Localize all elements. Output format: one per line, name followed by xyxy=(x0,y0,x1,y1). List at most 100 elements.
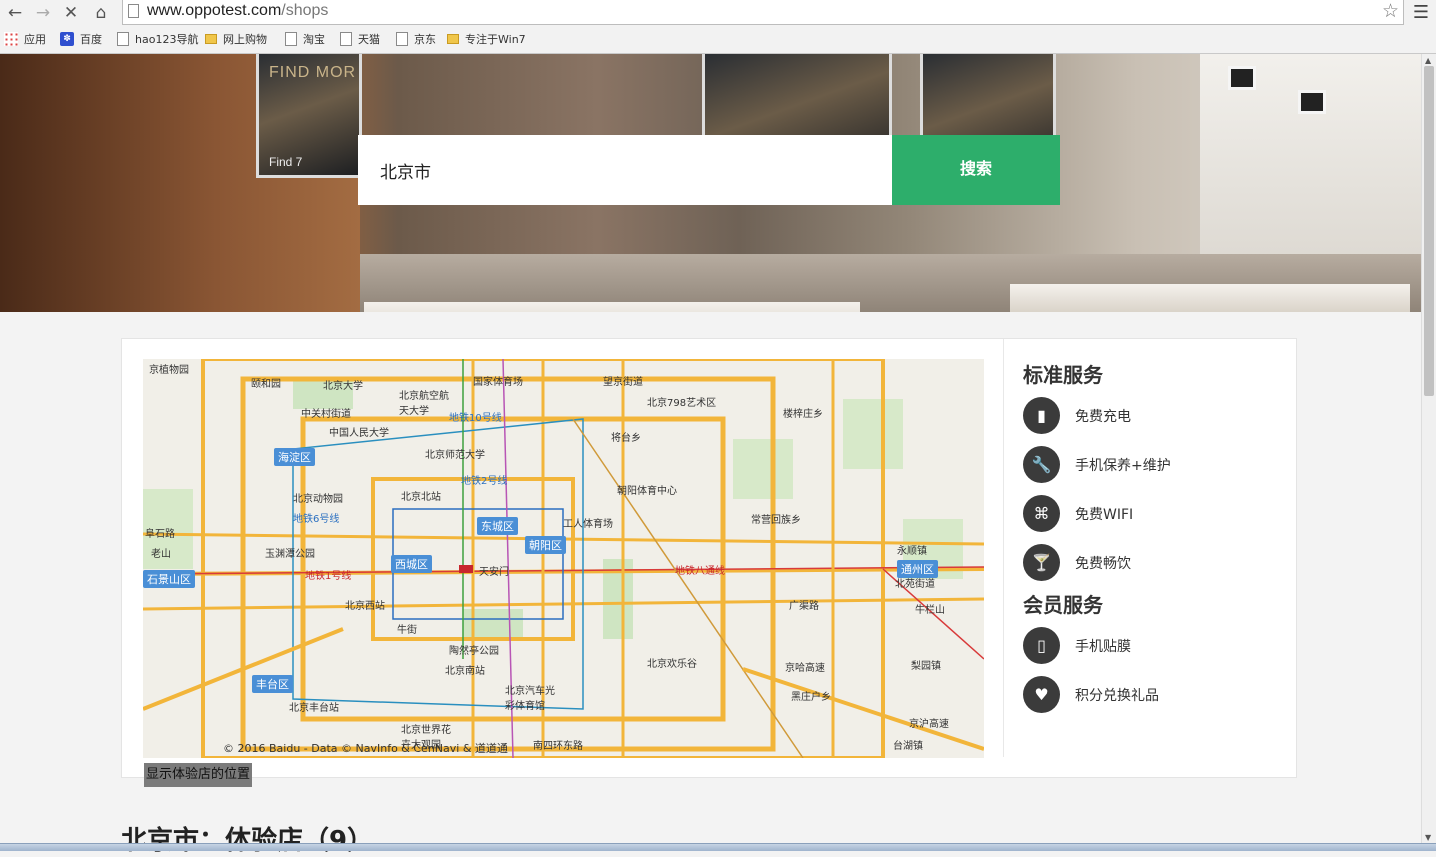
scroll-up-icon[interactable]: ▲ xyxy=(1425,56,1431,65)
bookmark-label: 专注于Win7 xyxy=(465,33,526,46)
bookmark-label: 网上购物 xyxy=(223,33,267,46)
map-place-label: 京植物园 xyxy=(149,365,189,376)
map-place-label: 北京北站 xyxy=(401,492,441,503)
service-item: ▯ 手机贴膜 xyxy=(1023,621,1283,670)
map-district-label: 朝阳区 xyxy=(525,536,566,554)
bookmark-tmall[interactable]: 天猫 xyxy=(340,30,380,48)
page-scrollbar[interactable]: ▲ ▼ xyxy=(1421,54,1436,844)
map-place-label: 中关村街道 xyxy=(301,409,351,420)
map-place-label: 北京798艺术区 xyxy=(647,398,717,409)
member-services-title: 会员服务 xyxy=(1023,593,1103,617)
map-place-label: 黑庄户乡 xyxy=(791,692,831,703)
map-district-label: 东城区 xyxy=(477,517,518,535)
back-arrow-icon[interactable]: ← xyxy=(4,2,26,24)
folder-icon xyxy=(205,34,217,44)
map-district-label: 石景山区 xyxy=(143,570,195,588)
wifi-icon: ⌘ xyxy=(1023,495,1060,532)
page-icon xyxy=(285,32,297,46)
map-place-label: 陶然亭公园 xyxy=(449,646,499,657)
service-label: 手机贴膜 xyxy=(1075,638,1131,655)
bookmark-label: hao123导航 xyxy=(135,33,199,46)
bookmark-label: 京东 xyxy=(414,33,436,46)
bookmark-hao123[interactable]: hao123导航 xyxy=(117,30,198,48)
map-place-label: 北京大学 xyxy=(323,381,363,392)
map-place-label: 北京动物园 xyxy=(293,494,343,505)
hero-frame xyxy=(1298,90,1326,114)
store-info-card: 海淀区 东城区 朝阳区 西城区 石景山区 通州区 丰台区 京植物园 颐和园 北京… xyxy=(121,338,1297,787)
drink-icon: 🍸 xyxy=(1023,544,1060,581)
bookmark-baidu[interactable]: ✽ 百度 xyxy=(60,30,102,48)
map-place-label: 梨园镇 xyxy=(911,661,941,672)
page-icon xyxy=(128,4,139,18)
hero-table xyxy=(364,302,860,312)
forward-arrow-icon[interactable]: → xyxy=(32,2,54,24)
map-place-label: 北京航空航天大学 xyxy=(399,391,449,417)
wrench-icon: 🔧 xyxy=(1023,446,1060,483)
map-place-label: 牛街 xyxy=(397,625,417,636)
services-panel: 标准服务 ▮ 免费充电 🔧 手机保养+维护 ⌘ 免费WIFI 🍸 免费畅饮 会员… xyxy=(1023,359,1283,719)
map-place-label: 北苑街道 xyxy=(895,579,935,590)
store-map[interactable]: 海淀区 东城区 朝阳区 西城区 石景山区 通州区 丰台区 京植物园 颐和园 北京… xyxy=(143,359,984,758)
map-place-label: 朝阳体育中心 xyxy=(617,486,677,497)
bookmarks-bar: 应用 ✽ 百度 hao123导航 网上购物 淘宝 天猫 京东 专注于Win7 xyxy=(0,28,1436,50)
map-place-label: 工人体育场 xyxy=(563,519,613,530)
bookmark-label: 应用 xyxy=(24,33,46,46)
map-place-label: 京哈高速 xyxy=(785,663,825,674)
map-place-label: 北京南站 xyxy=(445,666,485,677)
map-place-label: 望京街道 xyxy=(603,377,643,388)
map-place-label: 牛栏山 xyxy=(915,605,945,616)
service-item: 🔧 手机保养+维护 xyxy=(1023,440,1283,489)
map-place-label: 颐和园 xyxy=(251,379,281,390)
city-search-input[interactable] xyxy=(358,135,892,205)
home-icon[interactable]: ⌂ xyxy=(90,2,112,24)
service-item: ♥ 积分兑换礼品 xyxy=(1023,670,1283,719)
store-list-title: 北京市：体验店（9） xyxy=(121,826,374,856)
bookmark-win7[interactable]: 专注于Win7 xyxy=(447,30,526,48)
stop-loading-icon[interactable]: ✕ xyxy=(60,2,82,24)
show-store-location-label[interactable]: 显示体验店的位置 xyxy=(144,763,253,787)
bookmark-taobao[interactable]: 淘宝 xyxy=(285,30,325,48)
menu-icon[interactable]: ☰ xyxy=(1410,2,1432,24)
map-place-label: 阜石路 xyxy=(145,529,175,540)
map-place-label: 北京师范大学 xyxy=(425,450,485,461)
browser-chrome: ← → ✕ ⌂ www.oppotest.com/shops ☆ ☰ 应用 ✽ 百… xyxy=(0,0,1436,54)
service-item: ▮ 免费充电 xyxy=(1023,391,1283,440)
standard-services-title: 标准服务 xyxy=(1023,363,1103,387)
page-icon xyxy=(340,32,352,46)
address-bar[interactable]: www.oppotest.com/shops ☆ xyxy=(122,0,1404,25)
poster-caption: Find 7 xyxy=(269,155,303,169)
apps-icon xyxy=(4,32,18,46)
card-divider xyxy=(1003,339,1004,757)
bookmark-apps[interactable]: 应用 xyxy=(4,30,46,48)
hero-frame xyxy=(1228,66,1256,90)
page-icon xyxy=(396,32,408,46)
map-place-label: 将台乡 xyxy=(611,433,641,444)
service-item: ⌘ 免费WIFI xyxy=(1023,489,1283,538)
scroll-down-icon[interactable]: ▼ xyxy=(1425,833,1431,842)
heart-icon: ♥ xyxy=(1023,676,1060,713)
poster-text: FIND MOR xyxy=(269,64,357,81)
search-button[interactable]: 搜索 xyxy=(892,135,1060,205)
map-place-label: 广渠路 xyxy=(789,601,819,612)
baidu-icon: ✽ xyxy=(60,32,74,46)
map-district-label: 海淀区 xyxy=(274,448,315,466)
service-label: 手机保养+维护 xyxy=(1075,457,1171,474)
page-icon xyxy=(117,32,129,46)
phone-film-icon: ▯ xyxy=(1023,627,1060,664)
map-place-label: 北京汽车光彩体育馆 xyxy=(505,686,555,712)
browser-toolbar: ← → ✕ ⌂ www.oppotest.com/shops ☆ ☰ xyxy=(0,0,1436,26)
map-place-label: 地铁10号线 xyxy=(449,413,502,424)
search-box xyxy=(358,135,892,205)
map-place-label: 玉渊潭公园 xyxy=(265,549,315,560)
map-place-label: 常营回族乡 xyxy=(751,515,801,526)
map-district-label: 丰台区 xyxy=(252,675,293,693)
bookmark-shopping[interactable]: 网上购物 xyxy=(205,30,267,48)
bookmark-jd[interactable]: 京东 xyxy=(396,30,436,48)
map-place-label: 楼梓庄乡 xyxy=(783,409,823,420)
service-label: 积分兑换礼品 xyxy=(1075,687,1159,704)
bookmark-star-icon[interactable]: ☆ xyxy=(1382,0,1399,22)
map-place-label: 北京欢乐谷 xyxy=(647,659,697,670)
map-place-label: 地铁1号线 xyxy=(305,571,352,582)
scrollbar-thumb[interactable] xyxy=(1424,66,1434,396)
map-place-label: 国家体育场 xyxy=(473,377,523,388)
